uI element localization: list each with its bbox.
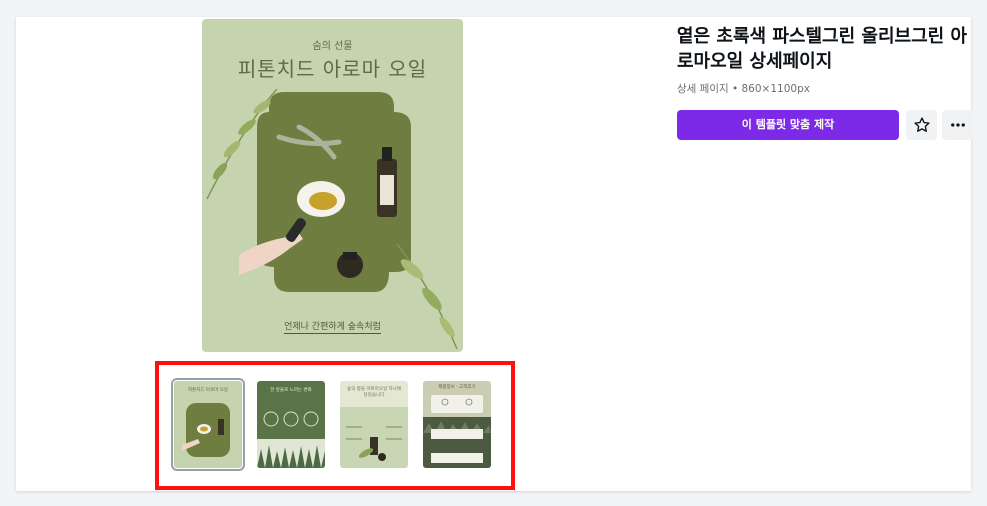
- thumbnail-label: 한 방울로 느끼는 변화: [270, 388, 312, 393]
- thumbnail-label: 피톤치드 아로마 오일: [187, 388, 229, 393]
- page-thumbnail-strip: 피톤치드 아로마 오일 한 방울로 느끼는 변화 숲의 향을 아로마오일 하나에…: [155, 361, 515, 490]
- customize-template-button[interactable]: 이 템플릿 맞춤 제작: [677, 110, 899, 140]
- star-icon: [913, 117, 930, 132]
- preview-headline: 피톤치드 아로마 오일: [237, 57, 428, 81]
- page-thumbnail-2[interactable]: 한 방울로 느끼는 변화: [257, 381, 325, 468]
- template-meta: 상세 페이지 • 860×1100px: [677, 83, 810, 95]
- leaf-decoration-left: [206, 89, 278, 200]
- more-icon: [950, 123, 965, 127]
- leaf-decoration-right: [396, 243, 458, 350]
- page-thumbnail-4[interactable]: 제품정보 · 고객후기: [423, 381, 491, 468]
- more-options-button[interactable]: [942, 110, 973, 140]
- thumbnail-label: 숲의 향을 아로마오일 하나에 담았습니다: [347, 387, 401, 398]
- thumbnail-label: 제품정보 · 고객후기: [438, 385, 476, 390]
- page-thumbnail-1[interactable]: 피톤치드 아로마 오일: [171, 378, 245, 471]
- template-preview[interactable]: 숨의 선물 피톤치드 아로마 오일 언제나 간편하게 숲속처럼: [202, 19, 463, 352]
- preview-caption: 언제나 간편하게 숲속처럼: [284, 322, 381, 334]
- thumbnail-image: [340, 407, 408, 468]
- thumbnail-image: [182, 403, 230, 457]
- favorite-button[interactable]: [906, 110, 937, 140]
- template-title: 옅은 초록색 파스텔그린 올리브그린 아로마오일 상세페이지: [677, 26, 968, 72]
- page-thumbnail-3[interactable]: 숲의 향을 아로마오일 하나에 담았습니다: [340, 381, 408, 468]
- thumbnail-image: [257, 411, 325, 468]
- thumbnail-image: [423, 395, 491, 468]
- preview-subtitle: 숨의 선물: [312, 41, 353, 52]
